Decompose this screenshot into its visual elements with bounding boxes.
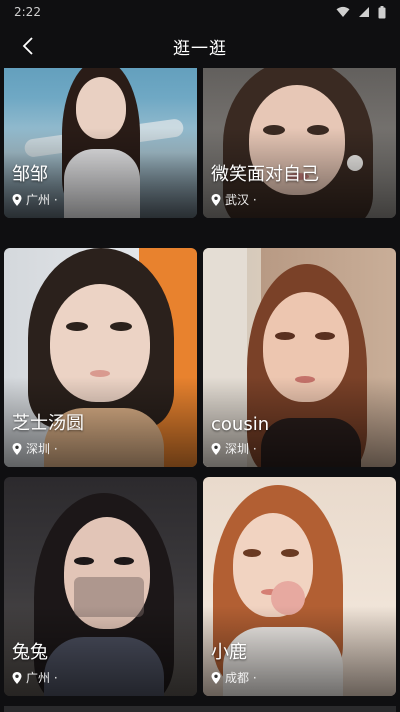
profile-location: 广州 ·: [12, 191, 58, 208]
profile-location: 成都 ·: [211, 669, 257, 686]
profile-location: 深圳 ·: [211, 440, 257, 457]
profile-name: 芝士汤圆: [12, 413, 84, 434]
profile-city: 武汉 ·: [225, 193, 257, 207]
profile-name: cousin: [211, 414, 270, 435]
next-row-peek: [4, 706, 396, 712]
profile-grid: 邹邹 广州 · 微笑面对自己 武汉 · 芝士汤圆 深圳 · cousin 深圳 …: [4, 68, 396, 712]
profile-card[interactable]: 邹邹 广州 ·: [4, 68, 197, 218]
profile-card[interactable]: 兔兔 广州 ·: [4, 477, 197, 696]
location-pin-icon: [211, 193, 221, 206]
wifi-icon: [336, 6, 350, 17]
location-pin-icon: [12, 671, 22, 684]
status-icons: [336, 5, 386, 19]
chevron-left-icon: [22, 37, 33, 55]
profile-card[interactable]: 微笑面对自己 武汉 ·: [203, 68, 396, 218]
page-title: 逛一逛: [173, 38, 227, 59]
profile-location: 深圳 ·: [12, 440, 58, 457]
profile-card[interactable]: cousin 深圳 ·: [203, 248, 396, 467]
profile-card[interactable]: 芝士汤圆 深圳 ·: [4, 248, 197, 467]
battery-icon: [378, 5, 386, 18]
status-time: 2:22: [14, 5, 41, 19]
status-bar: 2:22: [0, 0, 400, 24]
profile-name: 微笑面对自己: [211, 164, 319, 185]
profile-card[interactable]: 小鹿 成都 ·: [203, 477, 396, 696]
profile-name: 小鹿: [211, 642, 247, 663]
location-pin-icon: [211, 442, 221, 455]
profile-city: 广州 ·: [26, 671, 58, 685]
profile-name: 邹邹: [12, 164, 48, 185]
profile-city: 深圳 ·: [225, 442, 257, 456]
nav-bar: 逛一逛: [0, 24, 400, 68]
location-pin-icon: [211, 671, 221, 684]
profile-location: 武汉 ·: [211, 191, 257, 208]
signal-icon: [359, 7, 369, 17]
location-pin-icon: [12, 193, 22, 206]
back-button[interactable]: [14, 32, 42, 60]
profile-name: 兔兔: [12, 642, 48, 663]
profile-location: 广州 ·: [12, 669, 58, 686]
profile-city: 成都 ·: [225, 671, 257, 685]
profile-city: 深圳 ·: [26, 442, 58, 456]
location-pin-icon: [12, 442, 22, 455]
profile-city: 广州 ·: [26, 193, 58, 207]
